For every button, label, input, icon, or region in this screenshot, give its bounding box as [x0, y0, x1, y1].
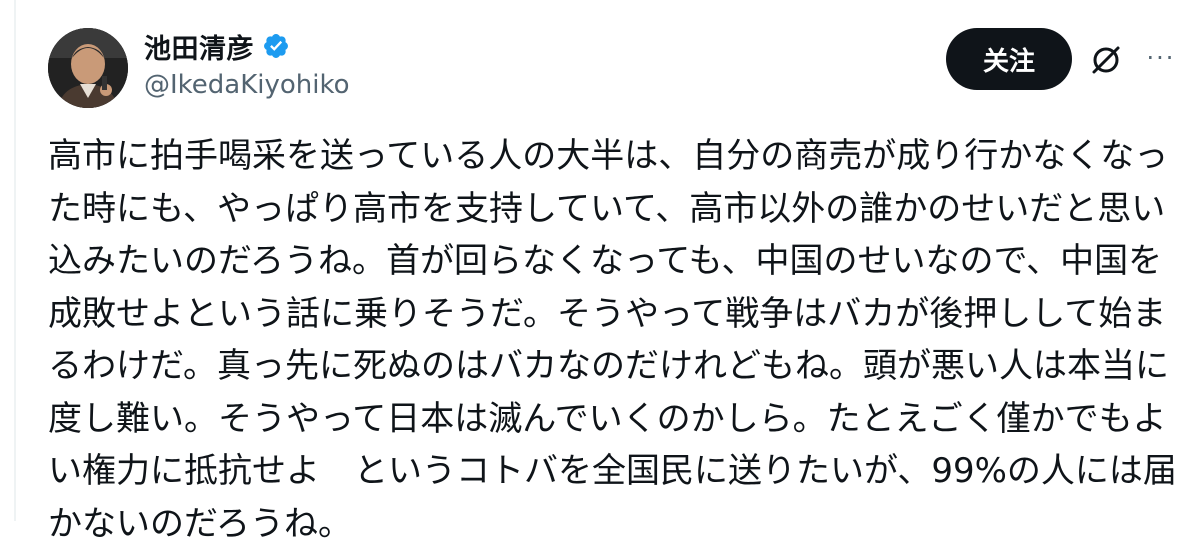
follow-button[interactable]: 关注	[946, 28, 1072, 90]
avatar-photo	[48, 28, 128, 108]
verified-badge-icon	[262, 32, 290, 60]
timeline-left-border	[14, 0, 16, 521]
author-name-row: 池田清彦	[144, 27, 290, 66]
tweet-text: 高市に拍手喝采を送っている人の大半は、自分の商売が成り行かなくなっ た時にも、や…	[48, 136, 1177, 544]
more-horizontal-icon[interactable]: ···	[1142, 40, 1180, 76]
author-handle[interactable]: @IkedaKiyohiko	[144, 70, 350, 100]
author-display-name[interactable]: 池田清彦	[144, 27, 254, 66]
grok-slash-circle-icon[interactable]	[1088, 42, 1124, 78]
avatar[interactable]	[48, 28, 128, 108]
tweet-header: 池田清彦 @IkedaKiyohiko 关注 ···	[48, 22, 1188, 112]
